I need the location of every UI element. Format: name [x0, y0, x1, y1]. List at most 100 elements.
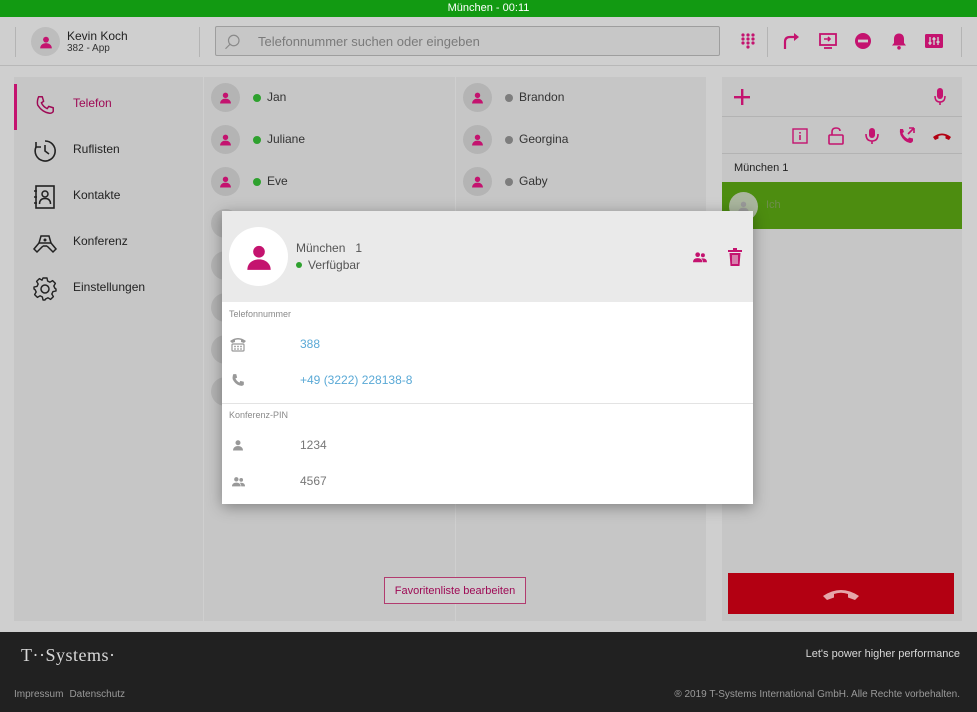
call-forward-button[interactable]: [781, 30, 803, 52]
sidebar-item-kontakte[interactable]: Kontakte: [14, 174, 203, 218]
favorite-item[interactable]: Brandon: [463, 79, 703, 115]
status-dot: [505, 178, 513, 186]
do-not-disturb-button[interactable]: [852, 30, 874, 52]
participant-name: Ich: [766, 199, 781, 211]
avatar: [211, 167, 240, 196]
sidebar-item-label: Konferenz: [73, 234, 128, 248]
screen-share-button[interactable]: [817, 30, 839, 52]
contact-name-text: München: [296, 241, 346, 255]
call-transfer-button[interactable]: [897, 126, 917, 146]
conference-room-name: München 1: [734, 162, 789, 174]
header-divider: [961, 27, 962, 57]
favorite-name: Georgina: [519, 132, 569, 146]
status-dot: [296, 261, 302, 268]
avatar: [211, 125, 240, 154]
user-avatar[interactable]: [31, 27, 60, 56]
extension-number[interactable]: 388: [300, 337, 320, 351]
extension-row[interactable]: 388: [222, 329, 753, 359]
favorite-name: Gaby: [519, 174, 548, 188]
person-icon: [39, 36, 52, 48]
phone-icon: [229, 371, 247, 389]
gear-icon: [32, 276, 58, 302]
participant-row[interactable]: Ich: [722, 182, 962, 229]
call-status-bar: München - 00:11: [0, 0, 977, 17]
pin-user-value: 1234: [300, 438, 327, 452]
status-dot: [253, 136, 261, 144]
desk-phone-icon: [229, 335, 247, 353]
phone-number[interactable]: +49 (3222) 228138-8: [300, 373, 412, 387]
avatar: [463, 167, 492, 196]
person-icon: [220, 176, 231, 188]
status-dot: [253, 94, 261, 102]
favorite-item[interactable]: Juliane: [211, 121, 451, 157]
mute-all-button[interactable]: [862, 126, 882, 146]
forward-icon: [783, 33, 799, 49]
person-icon: [220, 92, 231, 104]
call-actions: [722, 117, 962, 154]
favorite-item[interactable]: Eve: [211, 163, 451, 199]
pin-user-row: 1234: [222, 430, 753, 460]
section-divider: [222, 403, 753, 404]
hangup-small-button[interactable]: [932, 126, 952, 146]
phone-row[interactable]: +49 (3222) 228138-8: [222, 365, 753, 395]
contact-status: Verfügbar: [296, 258, 360, 272]
pin-group-value: 4567: [300, 474, 327, 488]
sidebar-nav: Telefon Ruflisten Kontakte Konferenz Ein…: [14, 77, 203, 621]
person-icon: [472, 176, 483, 188]
tsystems-logo: T··Systems·: [21, 645, 116, 665]
sidebar-item-ruflisten[interactable]: Ruflisten: [14, 128, 203, 172]
group-icon: [229, 472, 247, 490]
user-name: Kevin Koch: [67, 29, 128, 43]
person-icon: [229, 436, 247, 454]
unlock-button[interactable]: [826, 126, 846, 146]
notifications-button[interactable]: [888, 30, 910, 52]
avatar: [211, 83, 240, 112]
microphone-button[interactable]: [930, 87, 950, 107]
sidebar-item-label: Kontakte: [73, 188, 121, 202]
info-icon: [792, 128, 808, 144]
sidebar-item-einstellungen[interactable]: Einstellungen: [14, 266, 203, 310]
person-icon: [220, 134, 231, 146]
favorite-name: Juliane: [267, 132, 306, 146]
favorite-item[interactable]: Jan: [211, 79, 451, 115]
conference-icon: [32, 230, 58, 256]
status-dot: [505, 94, 513, 102]
sidebar-item-telefon[interactable]: Telefon: [14, 82, 203, 130]
search-icon: [224, 33, 242, 56]
hangup-button[interactable]: [728, 573, 954, 614]
footer: T··Systems· Let's power higher performan…: [0, 632, 977, 712]
app-header: Kevin Koch 382 - App: [0, 17, 977, 66]
phone-icon: [32, 92, 58, 118]
sidebar-item-label: Telefon: [73, 96, 112, 110]
user-extension: 382 - App: [67, 43, 110, 54]
contact-name: München 1: [296, 241, 362, 255]
sidebar-item-konferenz[interactable]: Konferenz: [14, 220, 203, 264]
search-input[interactable]: [258, 32, 698, 50]
person-icon: [472, 134, 483, 146]
favorite-item[interactable]: Gaby: [463, 163, 703, 199]
mic-group-icon: [865, 128, 879, 144]
dialpad-button[interactable]: [737, 30, 759, 52]
modal-header: München 1 Verfügbar: [222, 211, 753, 302]
avatar: [463, 83, 492, 112]
group-button[interactable]: [691, 248, 709, 266]
contacts-icon: [32, 184, 58, 210]
info-button[interactable]: [790, 126, 810, 146]
audio-settings-button[interactable]: [923, 30, 945, 52]
dnd-icon: [855, 33, 871, 49]
person-icon: [472, 92, 483, 104]
pin-section-label: Konferenz-PIN: [229, 410, 289, 420]
delete-button[interactable]: [726, 248, 744, 266]
favorite-item[interactable]: Georgina: [463, 121, 703, 157]
search-box: [215, 26, 720, 56]
status-dot: [253, 178, 261, 186]
copyright: ® 2019 T-Systems International GmbH. All…: [674, 689, 960, 700]
impressum-link[interactable]: Impressum: [14, 689, 63, 700]
datenschutz-link[interactable]: Datenschutz: [69, 689, 125, 700]
favorite-name: Jan: [267, 90, 287, 104]
conference-panel: München 1 Ich: [722, 77, 962, 621]
edit-favorites-button[interactable]: Favoritenliste bearbeiten: [384, 577, 526, 604]
favorite-name: Eve: [267, 174, 288, 188]
phone-section-label: Telefonnummer: [229, 309, 292, 319]
add-participant-button[interactable]: [732, 87, 752, 107]
